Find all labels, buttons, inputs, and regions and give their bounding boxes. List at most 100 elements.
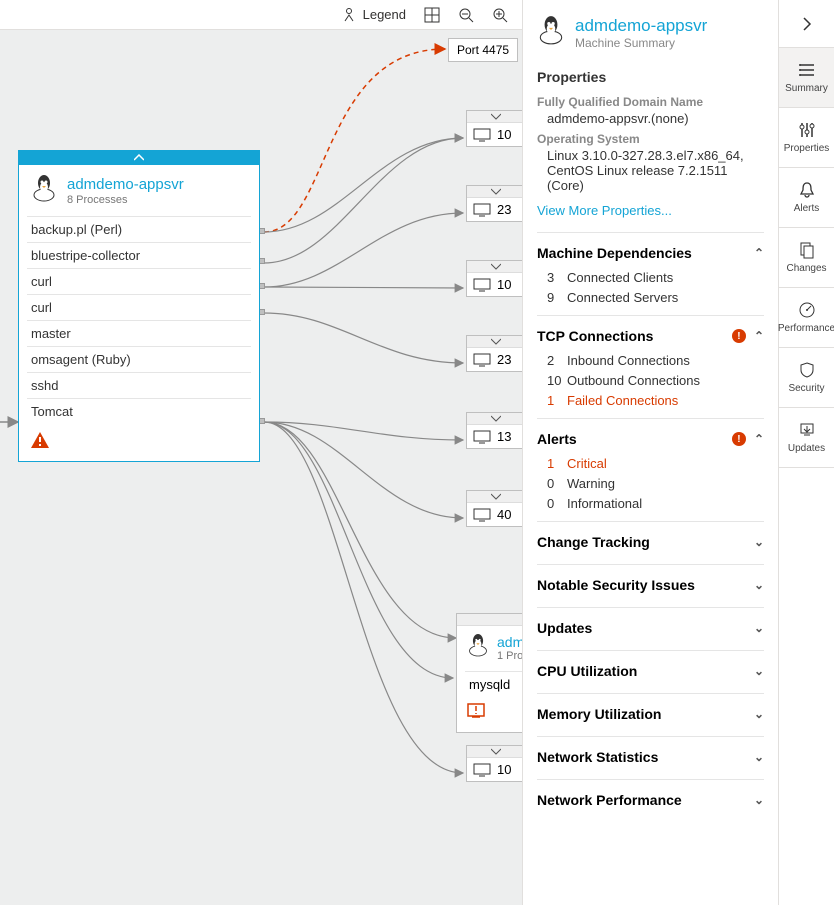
monitor-icon — [473, 763, 491, 777]
process-item[interactable]: omsagent (Ruby) — [27, 346, 251, 372]
process-item[interactable]: master — [27, 320, 251, 346]
machine-node-appsvr[interactable]: admdemo-appsvr 8 Processes backup.pl (Pe… — [18, 150, 260, 462]
server-group-node[interactable]: 10 — [466, 260, 526, 297]
section-cpu[interactable]: CPU Utilization⌄ — [523, 651, 778, 683]
chevron-up-icon: ⌃ — [754, 246, 764, 260]
monitor-icon — [473, 278, 491, 292]
alert-icon[interactable] — [31, 432, 247, 453]
linux-icon — [537, 14, 565, 51]
server-group-node[interactable]: 10 — [466, 110, 526, 147]
server-group-node[interactable]: 13 — [466, 412, 526, 449]
properties-icon — [798, 121, 816, 139]
os-label: Operating System — [523, 126, 778, 146]
chevron-up-icon: ⌃ — [754, 329, 764, 343]
expand-button[interactable] — [467, 111, 525, 123]
expand-button[interactable] — [467, 413, 525, 425]
tab-performance[interactable]: Performance — [779, 288, 834, 348]
legend-label: Legend — [363, 7, 406, 22]
changes-icon — [798, 241, 816, 259]
monitor-icon — [473, 430, 491, 444]
panel-subtitle: Machine Summary — [575, 36, 707, 50]
chevron-up-icon: ⌃ — [754, 432, 764, 446]
panel-title: admdemo-appsvr — [575, 16, 707, 36]
process-item[interactable]: curl — [27, 268, 251, 294]
back-button[interactable] — [779, 0, 834, 48]
collapse-button[interactable] — [19, 151, 259, 165]
details-panel: admdemo-appsvr Machine Summary Propertie… — [522, 0, 778, 905]
expand-button[interactable] — [467, 186, 525, 198]
count: 23 — [497, 352, 511, 367]
updates-icon — [798, 421, 816, 439]
machine-title: admdemo-appsvr — [67, 176, 184, 193]
section-security-issues[interactable]: Notable Security Issues⌄ — [523, 565, 778, 597]
critical-alerts-row[interactable]: 1Critical — [523, 451, 778, 471]
section-change-tracking[interactable]: Change Tracking⌄ — [523, 522, 778, 554]
chevron-down-icon: ⌄ — [754, 578, 764, 592]
section-net-stats[interactable]: Network Statistics⌄ — [523, 737, 778, 769]
section-memory[interactable]: Memory Utilization⌄ — [523, 694, 778, 726]
shield-icon — [798, 361, 816, 379]
tab-updates[interactable]: Updates — [779, 408, 834, 468]
legend-button[interactable]: Legend — [341, 7, 406, 23]
server-group-node[interactable]: 23 — [466, 185, 526, 222]
zoom-out-button[interactable] — [458, 7, 474, 23]
failed-connections-row[interactable]: 1Failed Connections — [523, 388, 778, 408]
tab-summary[interactable]: Summary — [779, 48, 834, 108]
port-node[interactable]: Port 4475 — [448, 38, 518, 62]
process-item[interactable]: curl — [27, 294, 251, 320]
chevron-down-icon: ⌄ — [754, 793, 764, 807]
zoom-in-button[interactable] — [492, 7, 508, 23]
server-group-node[interactable]: 10 — [466, 745, 526, 782]
tab-properties[interactable]: Properties — [779, 108, 834, 168]
section-dependencies[interactable]: Machine Dependencies⌃ — [523, 233, 778, 265]
tab-changes[interactable]: Changes — [779, 228, 834, 288]
chevron-down-icon: ⌄ — [754, 707, 764, 721]
tab-security[interactable]: Security — [779, 348, 834, 408]
os-value: Linux 3.10.0-327.28.3.el7.x86_64, CentOS… — [523, 146, 778, 193]
monitor-icon — [473, 203, 491, 217]
expand-button[interactable] — [467, 746, 525, 758]
count: 10 — [497, 277, 511, 292]
alert-badge-icon: ! — [732, 329, 746, 343]
alert-badge-icon: ! — [732, 432, 746, 446]
chevron-down-icon: ⌄ — [754, 535, 764, 549]
summary-icon — [798, 61, 816, 79]
expand-button[interactable] — [467, 491, 525, 503]
map-toolbar: Legend — [0, 0, 522, 30]
section-net-perf[interactable]: Network Performance⌄ — [523, 780, 778, 812]
fqdn-value: admdemo-appsvr.(none) — [523, 109, 778, 126]
process-item[interactable]: bluestripe-collector — [27, 242, 251, 268]
process-list: backup.pl (Perl) bluestripe-collector cu… — [27, 216, 251, 424]
monitor-icon — [473, 353, 491, 367]
server-group-node[interactable]: 40 — [466, 490, 526, 527]
expand-button[interactable] — [467, 261, 525, 273]
tab-alerts[interactable]: Alerts — [779, 168, 834, 228]
process-item[interactable]: sshd — [27, 372, 251, 398]
monitor-icon — [473, 128, 491, 142]
process-item[interactable]: backup.pl (Perl) — [27, 216, 251, 242]
count: 13 — [497, 429, 511, 444]
monitor-icon — [473, 508, 491, 522]
gauge-icon — [798, 301, 816, 319]
chevron-down-icon: ⌄ — [754, 750, 764, 764]
machine-subtitle: 8 Processes — [67, 194, 184, 206]
count: 23 — [497, 202, 511, 217]
count: 10 — [497, 127, 511, 142]
section-properties: Properties — [523, 57, 778, 89]
legend-icon — [341, 7, 357, 23]
view-more-link[interactable]: View More Properties... — [523, 193, 778, 222]
expand-button[interactable] — [467, 336, 525, 348]
section-tcp[interactable]: TCP Connections!⌃ — [523, 316, 778, 348]
chevron-down-icon: ⌄ — [754, 621, 764, 635]
fit-button[interactable] — [424, 7, 440, 23]
section-updates[interactable]: Updates⌄ — [523, 608, 778, 640]
bell-icon — [798, 181, 816, 199]
linux-icon — [467, 632, 489, 663]
linux-icon — [31, 173, 57, 208]
server-group-node[interactable]: 23 — [466, 335, 526, 372]
chevron-down-icon: ⌄ — [754, 664, 764, 678]
count: 10 — [497, 762, 511, 777]
section-alerts[interactable]: Alerts!⌃ — [523, 419, 778, 451]
process-item[interactable]: Tomcat — [27, 398, 251, 424]
detail-tabs: Summary Properties Alerts Changes Perfor… — [778, 0, 834, 905]
